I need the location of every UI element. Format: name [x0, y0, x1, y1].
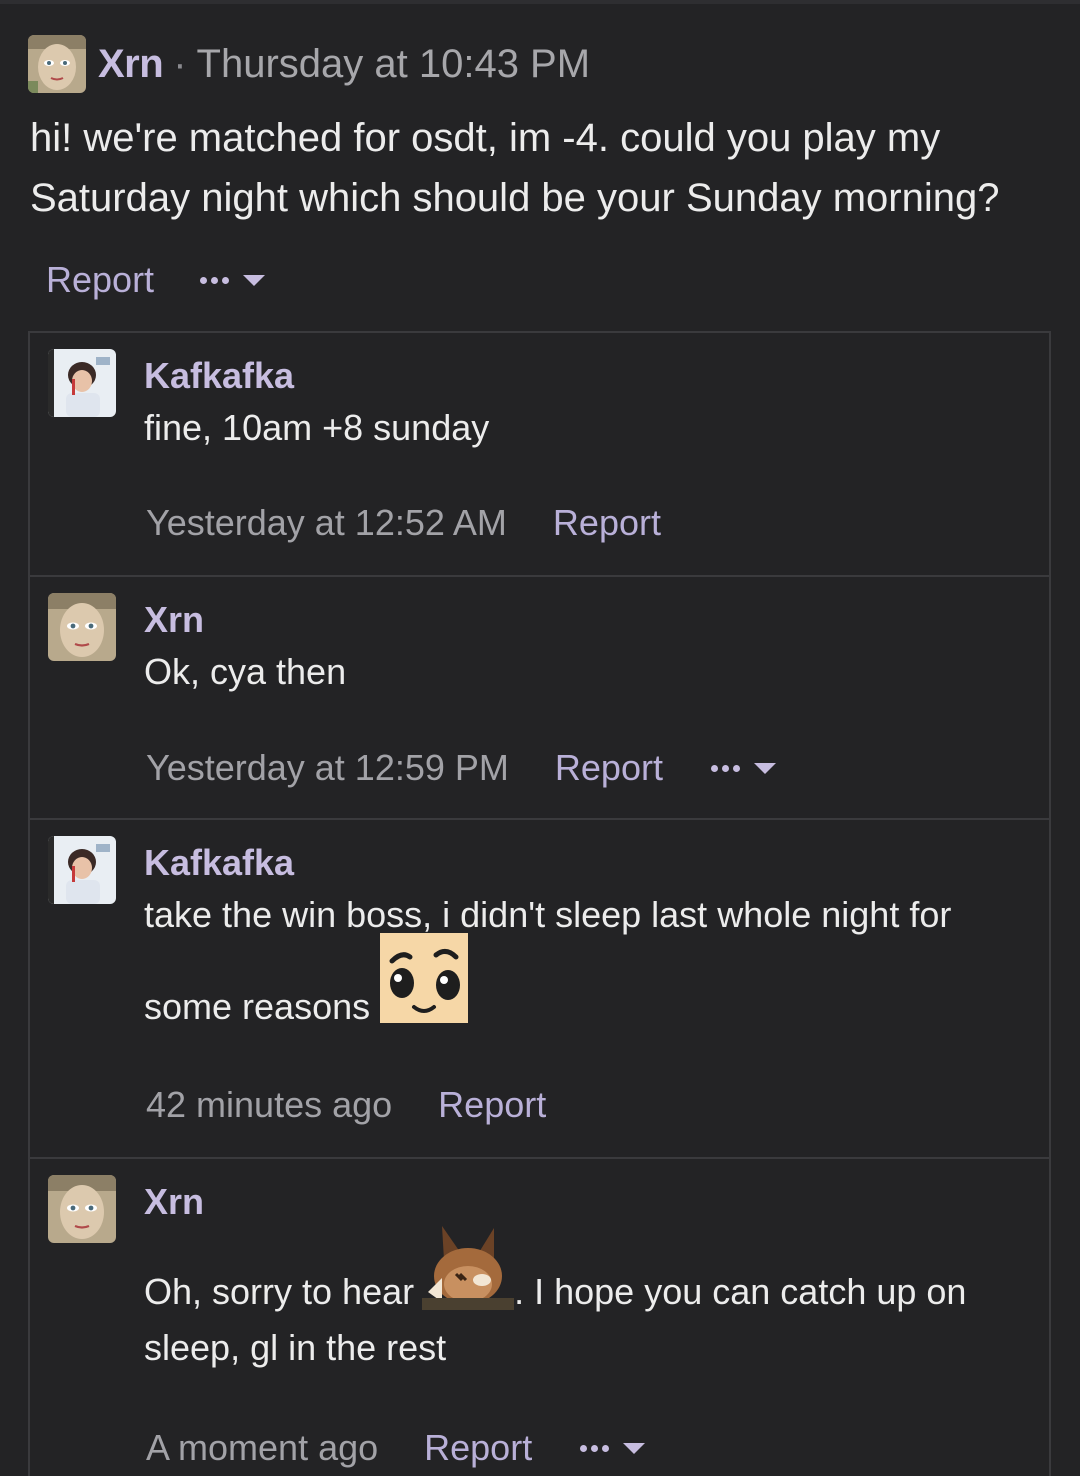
post-actions: Report	[46, 252, 266, 308]
reply-author[interactable]: Kafkafka	[144, 355, 294, 397]
reply-text-line-1-row: Oh, sorry to hear . I hope you can catch…	[144, 1225, 1024, 1319]
post-report-link[interactable]: Report	[46, 259, 154, 301]
separator: ·	[173, 41, 187, 86]
conversation-page: Xrn · Thursday at 10:43 PM hi! we're mat…	[0, 0, 1080, 1476]
reply-report-link[interactable]: Report	[553, 502, 661, 544]
post-header: Xrn · Thursday at 10:43 PM	[28, 34, 590, 94]
reply-more-menu[interactable]	[710, 762, 776, 774]
reply-meta: 42 minutes ago Report	[146, 1080, 546, 1130]
more-dots-icon	[710, 764, 740, 772]
reply-meta: A moment ago Report	[146, 1423, 646, 1473]
reply-text: fine, 10am +8 sunday	[144, 407, 490, 448]
reply-author[interactable]: Kafkafka	[144, 842, 294, 884]
post-body: hi! we're matched for osdt, im -4. could…	[30, 116, 1000, 220]
post-author[interactable]: Xrn	[98, 42, 164, 87]
reply-report-link[interactable]: Report	[555, 747, 663, 789]
reply-timestamp[interactable]: 42 minutes ago	[146, 1084, 392, 1126]
avatar-xrn[interactable]	[28, 35, 86, 93]
reply-item: Xrn Oh, sorry to hear . I hope you can c…	[30, 1157, 1049, 1476]
caret-down-icon	[243, 274, 266, 286]
top-divider	[0, 0, 1080, 4]
reply-text: Ok, cya then	[144, 651, 347, 692]
reply-timestamp[interactable]: A moment ago	[146, 1427, 378, 1469]
avatar-xrn[interactable]	[48, 1175, 116, 1243]
reply-item: Kafkafka fine, 10am +8 sunday Yesterday …	[30, 333, 1049, 575]
replies-container: Kafkafka fine, 10am +8 sunday Yesterday …	[28, 331, 1051, 1476]
reply-text-line-2: some reasons	[144, 986, 371, 1027]
post-timestamp[interactable]: Thursday at 10:43 PM	[197, 42, 591, 87]
reply-author[interactable]: Xrn	[144, 1181, 204, 1223]
reply-meta: Yesterday at 12:59 PM Report	[146, 743, 776, 793]
caret-down-icon	[623, 1442, 646, 1454]
reply-author[interactable]: Xrn	[144, 599, 204, 641]
avatar-kafkafka[interactable]	[48, 836, 116, 904]
reply-meta: Yesterday at 12:52 AM Report	[146, 498, 661, 548]
reply-text-part-1: Oh, sorry to hear	[144, 1271, 415, 1312]
reply-more-menu[interactable]	[580, 1442, 646, 1454]
caret-down-icon	[753, 762, 776, 774]
more-dots-icon	[580, 1444, 610, 1452]
reply-report-link[interactable]: Report	[424, 1427, 532, 1469]
reply-timestamp[interactable]: Yesterday at 12:59 PM	[146, 747, 509, 789]
avatar-xrn[interactable]	[48, 593, 116, 661]
reply-item: Kafkafka take the win boss, i didn't sle…	[30, 818, 1049, 1159]
post-more-menu[interactable]	[200, 274, 266, 286]
reply-timestamp[interactable]: Yesterday at 12:52 AM	[146, 502, 507, 544]
pleading-face-emoji	[380, 933, 469, 1032]
avatar-kafkafka[interactable]	[48, 349, 116, 417]
reply-item: Xrn Ok, cya then Yesterday at 12:59 PM R…	[30, 575, 1049, 820]
reply-report-link[interactable]: Report	[438, 1084, 546, 1126]
reply-text-part-2: . I hope you can catch up on	[514, 1271, 967, 1312]
eevee-facepalm-emoji	[422, 1218, 515, 1319]
more-dots-icon	[200, 276, 230, 284]
reply-text-line-2: sleep, gl in the rest	[144, 1327, 447, 1368]
reply-text-line-1: take the win boss, i didn't sleep last w…	[144, 894, 952, 935]
reply-text-line-2-row: some reasons	[144, 933, 1024, 1032]
